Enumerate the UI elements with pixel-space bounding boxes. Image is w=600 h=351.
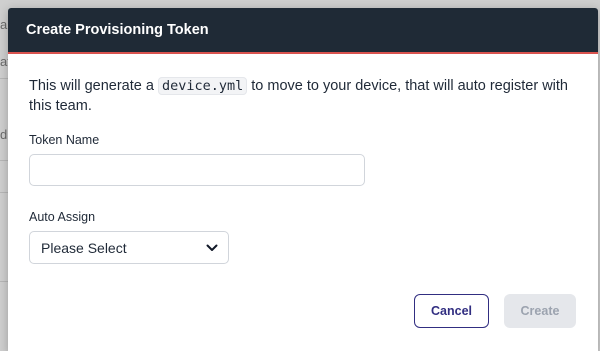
auto-assign-select[interactable]: Please Select xyxy=(29,231,229,264)
token-name-input[interactable] xyxy=(29,154,365,186)
create-button[interactable]: Create xyxy=(504,294,576,328)
dialog-header: Create Provisioning Token xyxy=(8,8,598,54)
auto-assign-selected-value: Please Select xyxy=(41,239,127,256)
device-yml-code: device.yml xyxy=(157,77,248,95)
cancel-button[interactable]: Cancel xyxy=(414,294,489,328)
token-name-label: Token Name xyxy=(29,133,100,147)
dialog-footer: Cancel Create xyxy=(8,294,598,328)
dialog-title: Create Provisioning Token xyxy=(26,22,209,38)
auto-assign-label: Auto Assign xyxy=(29,210,96,224)
dialog-body: This will generate a device.yml to move … xyxy=(8,54,598,264)
create-provisioning-token-dialog: Create Provisioning Token This will gene… xyxy=(8,8,598,351)
background-fragment: d xyxy=(0,127,8,142)
dialog-description: This will generate a device.yml to move … xyxy=(29,76,577,116)
description-text: This will generate a xyxy=(29,78,158,94)
chevron-down-icon xyxy=(205,241,219,255)
